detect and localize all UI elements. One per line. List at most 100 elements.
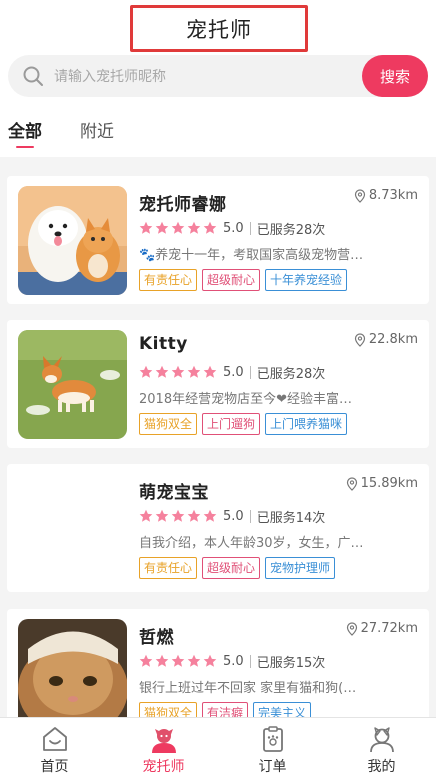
star-rating [139,221,217,235]
served-count: 已服务14次 [256,510,326,526]
star-icon [187,365,201,378]
divider [249,365,251,379]
sitter-description: 🐾养宠十一年，考取国家高级宠物营… [139,248,364,263]
star-icon [203,509,217,522]
star-icon [187,509,201,522]
nav-label: 订单 [258,759,287,775]
location-pin-icon [354,332,365,347]
star-icon [203,365,217,378]
star-icon [155,365,169,378]
tag: 宠物护理师 [265,557,336,579]
distance-value: 8.73km [368,188,418,203]
distance-value: 27.72km [360,621,418,636]
rating-row: 5.0 已服务28次 [139,364,326,382]
page-title: 宠托师 [186,17,252,42]
sitter-avatar-icon [151,729,176,753]
active-tab-indicator [16,146,34,148]
sitter-photo [18,619,127,728]
divider [249,654,251,668]
profile-icon [369,727,394,753]
sitter-description: 自我介绍，本人年龄30岁，女生，广… [139,536,364,551]
served-count: 已服务28次 [256,366,326,382]
star-icon [171,509,185,522]
location-pin-icon [346,476,357,491]
divider [249,509,251,523]
rating-row: 5.0 已服务14次 [139,508,326,526]
sitter-name: Kitty [139,334,188,354]
star-icon [139,654,153,667]
search-button[interactable]: 搜索 [362,55,428,97]
nav-label: 首页 [40,759,69,775]
star-rating [139,509,217,523]
sitter-photo [18,330,127,439]
star-icon [171,654,185,667]
nav-item-orders[interactable]: 订单 [218,718,327,776]
page-title-box: 宠托师 [130,5,308,52]
rating-score: 5.0 [223,653,244,669]
nav-item-sitter[interactable]: 宠托师 [109,718,218,776]
tag: 超级耐心 [202,269,261,291]
order-clipboard-icon [262,726,283,752]
sitter-description: 银行上班过年不回家 家里有猫和狗(… [139,681,357,696]
star-icon [171,221,185,234]
rating-score: 5.0 [223,364,244,380]
search-input[interactable]: 请输入宠托师昵称 [54,66,166,86]
nav-label: 我的 [367,759,396,775]
sitter-card[interactable]: Kitty 22.8km 5.0 已服务28次 2018年经营宠物店至今❤经验丰… [7,320,429,448]
nav-item-profile[interactable]: 我的 [327,718,436,776]
distance-value: 15.89km [360,476,418,491]
sitter-card[interactable]: 宠托师睿娜 8.73km 5.0 已服务28次 🐾养宠十一年，考取国家高级宠物营… [7,176,429,304]
sitter-distance: 27.72km [346,621,418,636]
tag: 有责任心 [139,269,198,291]
header-area: 宠托师 请输入宠托师昵称 搜索 全部 附近 [0,0,436,157]
sitter-distance: 15.89km [346,476,418,491]
served-count: 已服务28次 [256,222,326,238]
tab-all[interactable]: 全部 [8,117,42,142]
nav-item-home[interactable]: 首页 [0,718,109,776]
served-count: 已服务15次 [256,655,326,671]
star-icon [155,509,169,522]
star-icon [155,221,169,234]
search-icon [23,66,43,86]
sitter-distance: 22.8km [354,332,418,347]
bottom-nav: 首页 宠托师 订单 我的 [0,717,436,776]
tag: 超级耐心 [202,557,261,579]
sitter-tags: 有责任心 超级耐心 十年养宠经验 [139,269,348,291]
sitter-card[interactable]: 萌宠宝宝 15.89km 5.0 已服务14次 自我介绍，本人年龄30岁，女生，… [7,464,429,592]
rating-row: 5.0 已服务15次 [139,653,326,671]
tag: 十年养宠经验 [265,269,348,291]
star-icon [171,365,185,378]
sitter-tags: 有责任心 超级耐心 宠物护理师 [139,557,336,579]
home-icon [42,727,67,751]
rating-score: 5.0 [223,508,244,524]
star-icon [187,221,201,234]
star-icon [139,365,153,378]
location-pin-icon [354,188,365,203]
sitter-name: 哲燃 [139,628,174,648]
search-bar: 请输入宠托师昵称 搜索 [8,55,428,97]
star-icon [139,509,153,522]
tab-nearby[interactable]: 附近 [80,117,114,142]
star-icon [139,221,153,234]
distance-value: 22.8km [368,332,418,347]
sitter-description: 2018年经营宠物店至今❤经验丰富… [139,392,352,407]
rating-row: 5.0 已服务28次 [139,220,326,238]
star-icon [203,654,217,667]
tag: 上门遛狗 [202,413,261,435]
sitter-photo [18,474,127,583]
star-rating [139,654,217,668]
sitter-name: 宠托师睿娜 [139,195,227,215]
tag: 有责任心 [139,557,198,579]
sitter-name: 萌宠宝宝 [139,483,209,503]
nav-label: 宠托师 [142,759,185,775]
rating-score: 5.0 [223,220,244,236]
divider [249,221,251,235]
star-icon [187,654,201,667]
star-icon [203,221,217,234]
location-pin-icon [346,621,357,636]
sitter-distance: 8.73km [354,188,418,203]
sitter-photo [18,186,127,295]
star-rating [139,365,217,379]
star-icon [155,654,169,667]
tag: 上门喂养猫咪 [265,413,348,435]
